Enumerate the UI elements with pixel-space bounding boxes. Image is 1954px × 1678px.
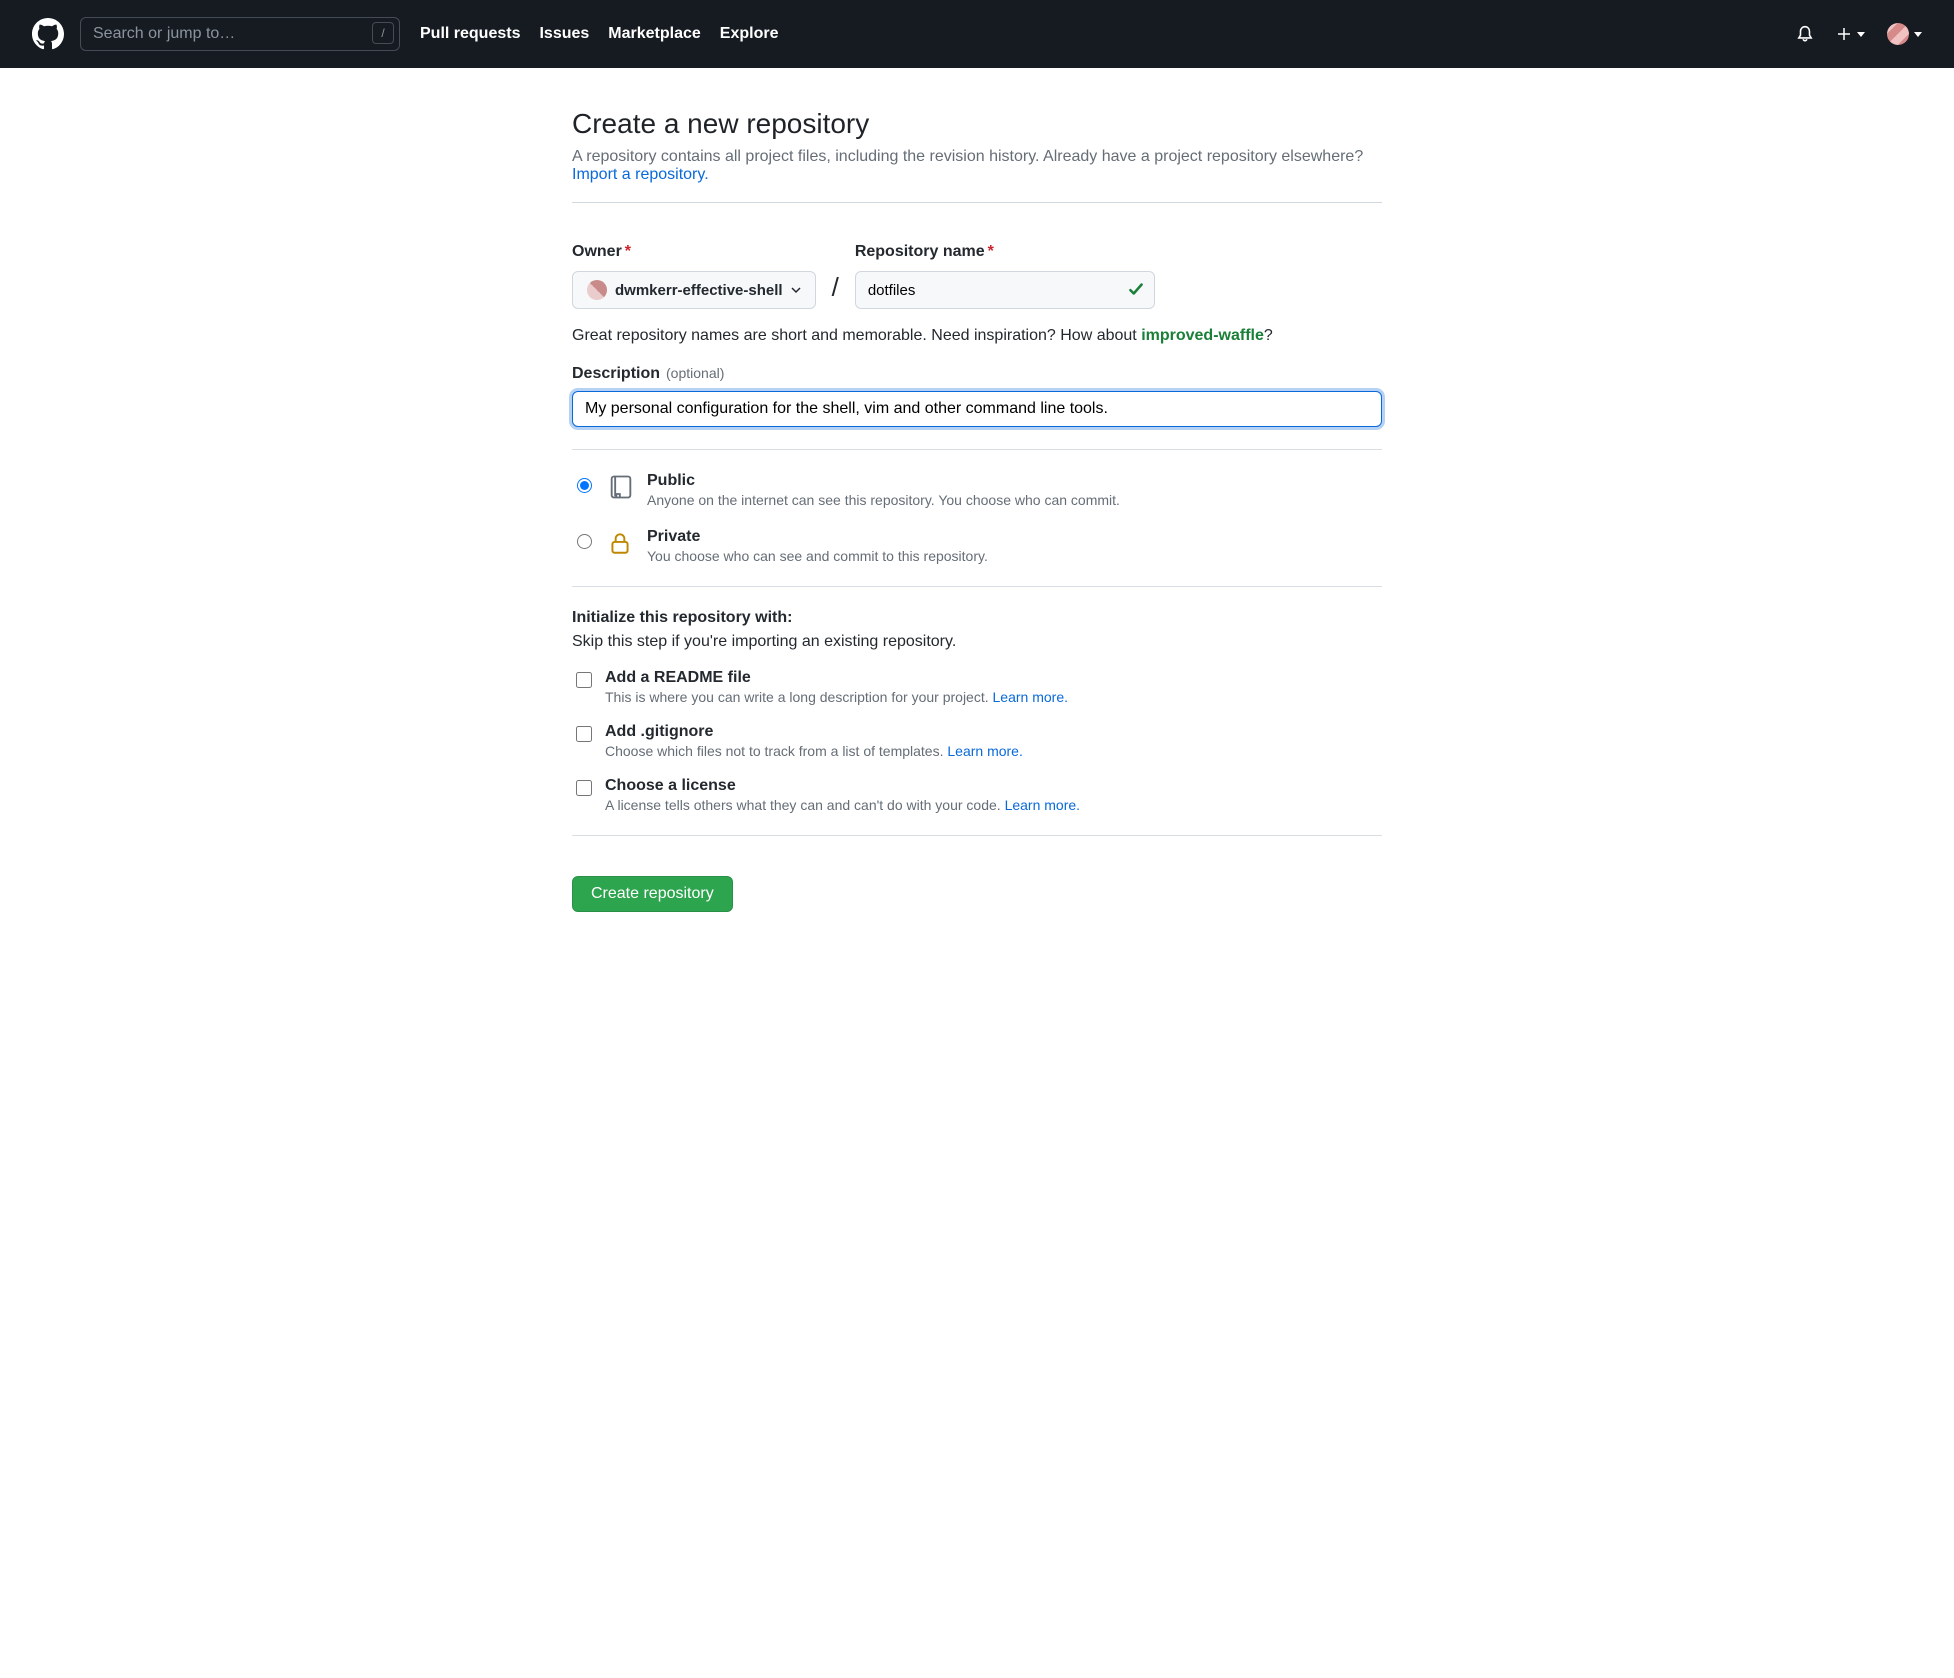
gitignore-learn-more-link[interactable]: Learn more. [947, 743, 1022, 759]
visibility-private-row: Private You choose who can see and commi… [572, 528, 1382, 564]
readme-learn-more-link[interactable]: Learn more. [993, 689, 1068, 705]
visibility-private-text: Private You choose who can see and commi… [647, 528, 988, 564]
owner-repo-separator: / [828, 272, 843, 309]
init-readme-title: Add a README file [605, 669, 1068, 687]
init-license-sub: A license tells others what they can and… [605, 797, 1080, 813]
owner-select[interactable]: dwmkerr-effective-shell [572, 271, 816, 309]
license-learn-more-link[interactable]: Learn more. [1005, 797, 1080, 813]
init-gitignore-sub: Choose which files not to track from a l… [605, 743, 1023, 759]
divider [572, 835, 1382, 836]
description-input[interactable] [572, 391, 1382, 427]
visibility-public-title: Public [647, 472, 1120, 490]
avatar [1887, 23, 1909, 45]
page-title: Create a new repository [572, 108, 1382, 140]
visibility-private-radio[interactable] [577, 534, 592, 549]
search-input[interactable] [80, 17, 400, 51]
repo-name-field: Repository name* [855, 243, 1155, 309]
visibility-private-title: Private [647, 528, 988, 546]
search-wrapper: / [80, 17, 400, 51]
owner-value: dwmkerr-effective-shell [615, 282, 783, 299]
init-gitignore-title: Add .gitignore [605, 723, 1023, 741]
visibility-public-text: Public Anyone on the internet can see th… [647, 472, 1120, 508]
visibility-public-radio[interactable] [577, 478, 592, 493]
notifications-icon[interactable] [1796, 25, 1814, 43]
repo-name-input[interactable] [855, 271, 1155, 309]
owner-label: Owner* [572, 243, 816, 261]
name-suggestion[interactable]: improved-waffle [1141, 327, 1264, 344]
repo-name-label: Repository name* [855, 243, 1155, 261]
visibility-public-row: Public Anyone on the internet can see th… [572, 472, 1382, 508]
caret-down-icon [1914, 32, 1922, 37]
owner-field: Owner* dwmkerr-effective-shell [572, 243, 816, 309]
description-label: Description (optional) [572, 365, 1382, 383]
import-repo-link[interactable]: Import a repository. [572, 166, 709, 183]
header-right [1796, 23, 1922, 45]
caret-down-icon [791, 285, 801, 295]
nav-issues[interactable]: Issues [539, 25, 589, 43]
divider [572, 449, 1382, 450]
main-content: Create a new repository A repository con… [552, 108, 1402, 912]
init-license-row: Choose a license A license tells others … [572, 777, 1382, 813]
init-readme-row: Add a README file This is where you can … [572, 669, 1382, 705]
visibility-public-sub: Anyone on the internet can see this repo… [647, 492, 1120, 508]
primary-nav: Pull requests Issues Marketplace Explore [420, 25, 778, 43]
init-header: Initialize this repository with: [572, 609, 1382, 627]
page-subtitle: A repository contains all project files,… [572, 148, 1382, 184]
nav-marketplace[interactable]: Marketplace [608, 25, 701, 43]
divider [572, 586, 1382, 587]
user-menu[interactable] [1887, 23, 1922, 45]
owner-name-row: Owner* dwmkerr-effective-shell / Reposit… [572, 243, 1382, 309]
repo-name-wrapper [855, 271, 1155, 309]
description-field: Description (optional) [572, 365, 1382, 427]
repo-public-icon [607, 472, 635, 505]
init-sub: Skip this step if you're importing an ex… [572, 633, 1382, 651]
lock-icon [607, 528, 635, 561]
create-repository-button[interactable]: Create repository [572, 876, 733, 912]
init-license-checkbox[interactable] [576, 780, 592, 796]
add-menu-icon[interactable] [1836, 26, 1865, 42]
init-license-title: Choose a license [605, 777, 1080, 795]
init-gitignore-row: Add .gitignore Choose which files not to… [572, 723, 1382, 759]
visibility-private-sub: You choose who can see and commit to thi… [647, 548, 988, 564]
nav-explore[interactable]: Explore [720, 25, 779, 43]
init-gitignore-checkbox[interactable] [576, 726, 592, 742]
search-slash-hint: / [372, 22, 394, 44]
subtitle-text: A repository contains all project files,… [572, 148, 1363, 165]
owner-avatar-icon [587, 280, 607, 300]
divider [572, 202, 1382, 203]
github-logo-icon[interactable] [32, 18, 64, 50]
global-header: / Pull requests Issues Marketplace Explo… [0, 0, 1954, 68]
caret-down-icon [1857, 32, 1865, 37]
check-icon [1127, 280, 1145, 298]
name-hint: Great repository names are short and mem… [572, 327, 1382, 345]
init-readme-checkbox[interactable] [576, 672, 592, 688]
nav-pull-requests[interactable]: Pull requests [420, 25, 520, 43]
init-readme-sub: This is where you can write a long descr… [605, 689, 1068, 705]
